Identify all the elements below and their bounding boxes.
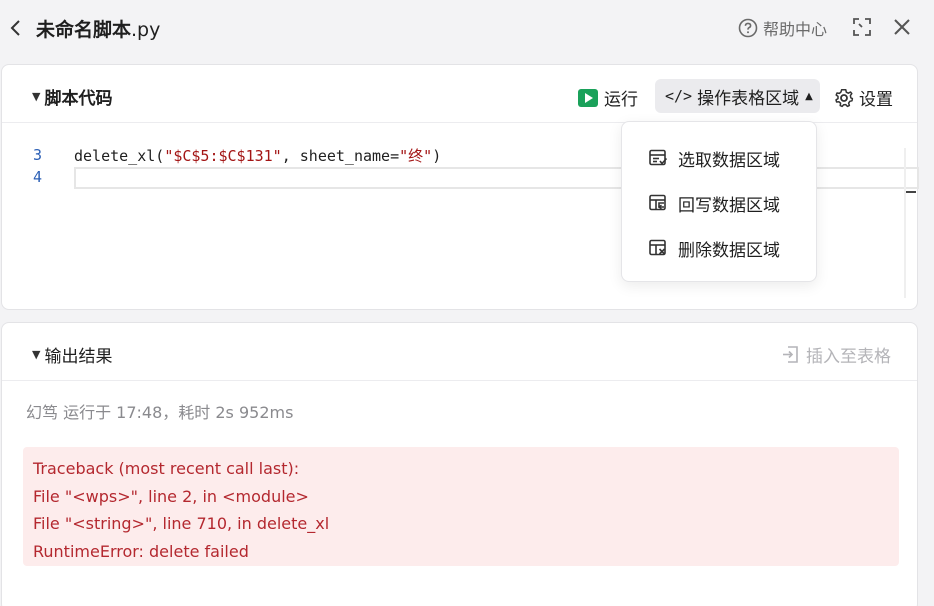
- error-line: File "<wps>", line 2, in <module>: [33, 486, 309, 506]
- token-function: delete_xl(: [74, 146, 165, 165]
- code-panel-title: 脚本代码: [44, 89, 113, 109]
- chevron-up-icon: ▲: [805, 90, 813, 102]
- help-circle-icon: [738, 18, 758, 38]
- back-chevron-icon[interactable]: [8, 18, 22, 38]
- menu-item-delete-range[interactable]: 删除数据区域: [622, 228, 816, 268]
- menu-item-label: 回写数据区域: [678, 195, 780, 216]
- play-icon: [578, 88, 598, 107]
- editor-scrollbar[interactable]: [904, 148, 906, 298]
- token-paren: ): [432, 146, 442, 165]
- operate-range-dropdown: 选取数据区域 回写数据区域 删除数据区域: [621, 121, 817, 282]
- token-keyword-arg: , sheet_name=: [281, 146, 400, 165]
- help-center-button[interactable]: 帮助中心: [738, 16, 827, 40]
- gear-icon: [835, 88, 854, 107]
- error-line: Traceback (most recent call last):: [33, 459, 300, 478]
- output-panel-toggle[interactable]: ▼ 输出结果: [32, 342, 112, 367]
- operate-range-button[interactable]: </> 操作表格区域 ▲: [655, 79, 820, 113]
- run-label: 运行: [604, 90, 638, 110]
- collapse-triangle-icon: ▼: [32, 90, 41, 103]
- code-brackets-icon: </>: [665, 87, 693, 105]
- error-line: File "<string>", line 710, in delete_xl: [33, 514, 330, 533]
- code-panel-header: ▼ 脚本代码 运行 </> 操作表格区域 ▲ 设置: [2, 65, 917, 123]
- menu-item-label: 选取数据区域: [678, 150, 780, 171]
- script-extension: .py: [131, 19, 161, 41]
- line-content: delete_xl("$C$5:$C$131", sheet_name="终"): [74, 145, 441, 166]
- line-number: 4: [32, 168, 42, 186]
- fullscreen-icon[interactable]: [852, 17, 872, 37]
- collapse-triangle-icon: ▼: [32, 348, 41, 361]
- settings-label: 设置: [859, 90, 893, 110]
- close-icon[interactable]: [892, 17, 912, 37]
- token-string: "$C$5:$C$131": [164, 146, 282, 165]
- output-panel-header: ▼ 输出结果 插入至表格: [2, 323, 917, 381]
- delete-range-icon: [649, 239, 666, 256]
- editor-scroll-marker: [906, 191, 916, 193]
- operate-range-label: 操作表格区域: [697, 88, 800, 109]
- write-back-icon: [649, 194, 666, 211]
- error-line: RuntimeError: delete failed: [33, 541, 249, 561]
- insert-to-sheet-button[interactable]: 插入至表格: [781, 342, 891, 367]
- menu-item-label: 删除数据区域: [678, 240, 780, 261]
- run-button[interactable]: 运行: [578, 85, 638, 110]
- top-bar: 未命名脚本.py 帮助中心: [0, 0, 934, 56]
- script-name: 未命名脚本: [36, 19, 132, 41]
- menu-item-select-range[interactable]: 选取数据区域: [622, 138, 816, 178]
- settings-button[interactable]: 设置: [834, 85, 893, 110]
- code-panel-toggle[interactable]: ▼ 脚本代码: [32, 84, 112, 109]
- menu-item-write-back-range[interactable]: 回写数据区域: [622, 183, 816, 223]
- insert-arrow-icon: [783, 346, 798, 363]
- run-meta-text: 幻笃 运行于 17:48，耗时 2s 952ms: [26, 403, 294, 422]
- error-output: Traceback (most recent call last): File …: [23, 447, 899, 566]
- help-center-label: 帮助中心: [763, 20, 828, 39]
- insert-to-sheet-label: 插入至表格: [806, 347, 891, 367]
- output-panel: ▼ 输出结果 插入至表格 幻笃 运行于 17:48，耗时 2s 952ms Tr…: [1, 322, 918, 606]
- token-string: "终": [399, 146, 433, 165]
- page-title: 未命名脚本.py: [36, 15, 160, 42]
- select-range-icon: [649, 149, 668, 166]
- output-panel-title: 输出结果: [44, 347, 113, 367]
- line-number: 3: [32, 146, 42, 164]
